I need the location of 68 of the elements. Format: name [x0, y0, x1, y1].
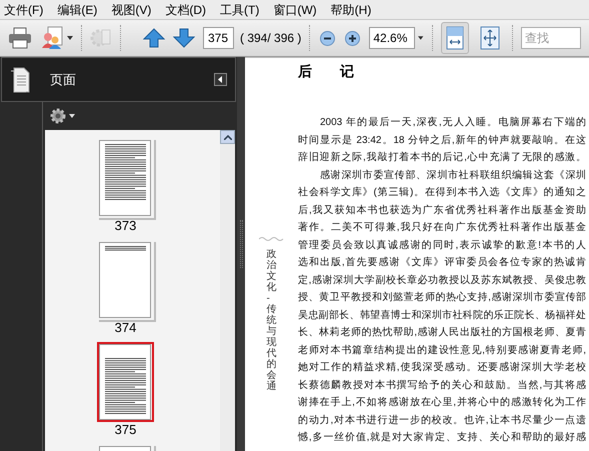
previous-page-button[interactable] — [143, 28, 165, 48]
splitter-grip[interactable] — [240, 220, 242, 268]
chevron-up-icon — [224, 134, 232, 140]
page-thumbnail[interactable] — [97, 138, 154, 218]
text-line: 授、黄卫平教授和刘懿萱老师的热心支持,感谢深圳市委宣传部 — [298, 290, 587, 305]
caret-icon — [67, 36, 73, 40]
menu-item[interactable]: 文件(F) — [4, 0, 44, 18]
text-line: 的动力,对本书进行进一步的校改。也许,让本书尽量少一点遗 — [298, 414, 587, 428]
ornament-icon — [258, 236, 284, 241]
menu-item[interactable]: 工具(T) — [220, 0, 260, 18]
menu-item[interactable]: 文档(D) — [165, 0, 206, 18]
text-line: 选和出版,首先要感谢《文库》评审委员会各位专家的热诚肯 — [298, 256, 587, 270]
expand-arrows-icon — [480, 26, 500, 50]
scrollbar[interactable] — [220, 130, 235, 451]
gear-icon — [49, 107, 67, 125]
minus-icon — [320, 30, 336, 46]
page-number-label: 373 — [114, 218, 136, 234]
panel-title: 页面 — [50, 70, 76, 89]
caret-icon — [218, 76, 223, 83]
page-icon — [10, 66, 30, 92]
margin-text: 政治文化 -传统与现代的会通 — [266, 249, 276, 392]
text-line: 社会科学文库》(第三辑)。在得到本书入选《文库》的通知之 — [298, 186, 587, 200]
menu-item[interactable]: 编辑(E) — [57, 0, 98, 18]
caret-icon — [69, 114, 75, 118]
text-line: 辞旧迎新之际,我敲打着本书的后记,心中充满了无限的感激。 — [298, 150, 587, 165]
text-line: 定,感谢深圳大学副校长章必功教授以及苏东斌教授、吴俊忠教 — [298, 274, 587, 288]
text-line: 感谢深圳市委宣传部、深圳市社科联组织编辑这套《深圳 — [319, 168, 587, 182]
page-thumbnail[interactable] — [97, 240, 154, 320]
text-line: 长、林莉老师的热忱帮助,感谢人民出版社的方国根老师、夏青 — [298, 326, 587, 340]
people-icon — [40, 26, 64, 50]
page-count: ( 394/ 396 ) — [240, 30, 302, 47]
menu-item[interactable]: 视图(V) — [111, 0, 152, 18]
text-line: 后,我又获知本书也获选为广东省优秀社科著作出版基金资助 — [298, 204, 587, 218]
text-line: 吴忠副部长、韩望喜博士和深圳市社科院的乐正院长、杨福祥处 — [298, 308, 587, 322]
collapse-button[interactable] — [214, 73, 227, 86]
page-heading: 后 记 — [298, 62, 355, 81]
gear-document-icon — [90, 27, 112, 49]
fit-page-icon — [446, 26, 464, 50]
text-line: 时间显示是 23:42。18 分钟之后,新年的钟声就要敲响。在这 — [298, 134, 587, 148]
zoom-in-button[interactable] — [345, 30, 360, 46]
menu-item[interactable]: 帮助(H) — [330, 0, 372, 18]
text-line: 老师对本书篇章结构提出的建设性意见,特别要感谢夏青老师, — [298, 344, 587, 358]
text-line: 2003 年的最后一天,深夜,无人入睡。电脑屏幕右下端的 — [319, 116, 587, 130]
text-line: 憾,多一丝价值,就是对大家肯定、支持、关心和帮助的最好感 — [298, 430, 587, 445]
print-button[interactable] — [8, 25, 32, 51]
arrow-down-icon — [173, 28, 195, 48]
next-page-button[interactable] — [173, 28, 195, 48]
page-number-label: 375 — [114, 422, 136, 438]
zoom-field[interactable]: 42.6% — [369, 27, 416, 49]
page-thumbnail[interactable] — [97, 342, 154, 422]
options-button[interactable] — [49, 107, 75, 125]
scroll-up-button[interactable] — [220, 130, 235, 144]
text-line: 管理委员会致以真诚感谢的同时,表示诚挚的歉意!本书的人 — [298, 238, 587, 252]
text-line: 她对工作的精益求精,使我深受感动。还要感谢深圳大学老校 — [298, 360, 587, 375]
menu-item[interactable]: 窗口(W) — [273, 0, 317, 18]
page-number-field[interactable]: 375 — [203, 27, 234, 49]
text-line: 长蔡德麟教授对本书撰写给予的关心和鼓励。当然,与其将感 — [298, 378, 587, 392]
fit-page-button[interactable] — [440, 22, 470, 54]
printer-icon — [8, 27, 32, 49]
zoom-out-button[interactable] — [320, 30, 336, 46]
page-number-label: 374 — [114, 320, 136, 336]
caret-icon[interactable] — [418, 36, 424, 40]
arrow-up-icon — [143, 28, 165, 48]
search-field[interactable]: 查找 — [520, 27, 581, 49]
share-button[interactable] — [40, 26, 73, 50]
text-line: 著作。二美不可得兼,我只好在向广东优秀社科著作出版基金 — [298, 220, 587, 235]
plus-icon — [345, 30, 360, 46]
text-line: 谢捧在手上,不如将感谢放在心里,并将心中的感激转化为工作 — [298, 396, 587, 410]
